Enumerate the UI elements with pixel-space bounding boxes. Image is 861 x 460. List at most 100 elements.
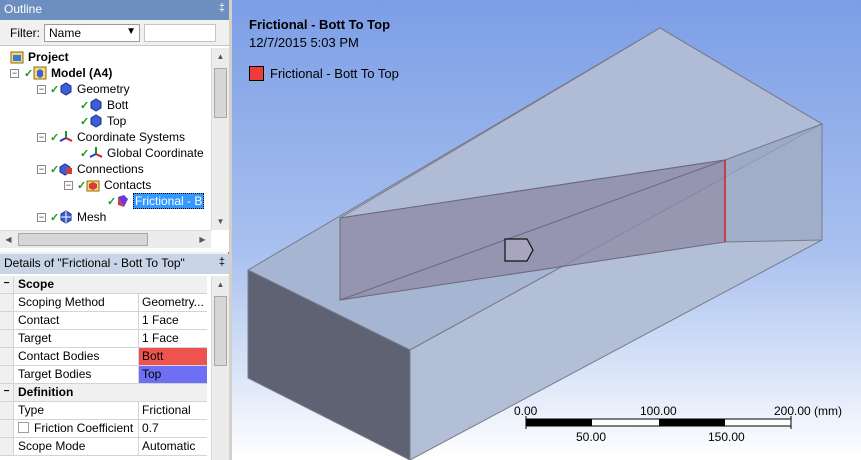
outline-tree: Project − ✓ Model (A4) − ✓ Geometry ✓ Bo…: [0, 48, 209, 230]
collapse-icon[interactable]: −: [37, 85, 46, 94]
tree-node-label: Top: [107, 114, 127, 128]
outline-vertical-scrollbar[interactable]: ▲ ▼: [211, 48, 229, 230]
property-name: Contact: [14, 312, 139, 329]
scale-label: 100.00: [640, 404, 677, 418]
group-definition[interactable]: − Definition: [0, 384, 207, 402]
row-gutter: [0, 330, 14, 347]
group-scope[interactable]: − Scope: [0, 276, 207, 294]
parameter-checkbox[interactable]: [18, 422, 29, 433]
tree-node-label: Connections: [77, 162, 144, 176]
annotation-tag-icon[interactable]: [504, 238, 534, 262]
collapse-icon[interactable]: −: [0, 276, 14, 293]
tree-node-label: Coordinate Systems: [77, 130, 186, 144]
checkmark-icon: ✓: [24, 67, 34, 80]
row-contact-bodies[interactable]: Contact Bodies Bott: [0, 348, 207, 366]
row-target[interactable]: Target 1 Face: [0, 330, 207, 348]
collapse-icon[interactable]: −: [64, 181, 73, 190]
property-name: Friction Coefficient: [34, 421, 134, 435]
tree-node-connections[interactable]: ✓ Connections: [50, 161, 145, 177]
property-value[interactable]: Geometry...: [139, 294, 207, 311]
scroll-thumb[interactable]: [18, 233, 148, 246]
group-label: Scope: [18, 277, 55, 291]
scroll-thumb[interactable]: [214, 68, 227, 118]
scroll-down-icon[interactable]: ▼: [212, 213, 229, 230]
tree-node-coordinate-systems[interactable]: ✓ Coordinate Systems: [50, 129, 186, 145]
collapse-icon[interactable]: −: [37, 165, 46, 174]
row-gutter: [0, 366, 14, 383]
row-gutter: [0, 348, 14, 365]
collapse-icon[interactable]: −: [37, 133, 46, 142]
contact-region-icon: [116, 194, 130, 208]
property-value[interactable]: Frictional: [139, 402, 207, 419]
details-title: Details of "Frictional - Bott To Top": [4, 256, 185, 270]
body-icon: [89, 114, 103, 128]
tree-node-global-coordinate[interactable]: ✓ Global Coordinate: [80, 145, 205, 161]
scale-label: 50.00: [576, 430, 607, 444]
row-type[interactable]: Type Frictional: [0, 402, 207, 420]
filter-input[interactable]: [144, 23, 216, 42]
row-gutter: [0, 402, 14, 419]
mesh-icon: [59, 210, 73, 224]
property-value[interactable]: 0.7: [139, 420, 207, 437]
tree-node-label: Mesh: [77, 210, 107, 224]
viewport-date: 12/7/2015 5:03 PM: [249, 35, 359, 50]
outline-title: Outline: [4, 2, 43, 16]
tree-node-label: Contacts: [104, 178, 152, 192]
checkmark-icon: ✓: [50, 131, 60, 144]
tree-node-bott[interactable]: ✓ Bott: [80, 97, 129, 113]
scroll-left-icon[interactable]: ◀: [0, 231, 17, 248]
tree-node-top[interactable]: ✓ Top: [80, 113, 127, 129]
scroll-right-icon[interactable]: ▶: [194, 231, 211, 248]
property-value[interactable]: Bott: [139, 348, 207, 365]
tree-node-contacts[interactable]: ✓ Contacts: [77, 177, 152, 193]
row-gutter: [0, 438, 14, 455]
pin-icon[interactable]: ‡: [219, 256, 225, 268]
property-name: Target: [14, 330, 139, 347]
axes-icon: [89, 146, 103, 160]
row-gutter: [0, 420, 14, 437]
scroll-up-icon[interactable]: ▲: [212, 276, 229, 293]
tree-node-geometry[interactable]: ✓ Geometry: [50, 81, 131, 97]
graphics-viewport[interactable]: Frictional - Bott To Top 12/7/2015 5:03 …: [232, 0, 861, 460]
tree-node-label: Bott: [107, 98, 129, 112]
property-name-with-checkbox: Friction Coefficient: [14, 420, 139, 437]
row-scoping-method[interactable]: Scoping Method Geometry...: [0, 294, 207, 312]
property-value[interactable]: Top: [139, 366, 207, 383]
scale-label: 200.00 (mm): [774, 404, 843, 418]
collapse-icon[interactable]: −: [0, 384, 14, 401]
tree-node-model[interactable]: ✓ Model (A4): [24, 65, 113, 81]
scroll-up-icon[interactable]: ▲: [212, 48, 229, 65]
checkmark-icon: ✓: [50, 83, 60, 96]
row-target-bodies[interactable]: Target Bodies Top: [0, 366, 207, 384]
outline-horizontal-scrollbar[interactable]: ◀ ▶: [0, 230, 211, 248]
row-friction-coefficient[interactable]: Friction Coefficient 0.7: [0, 420, 207, 438]
details-vertical-scrollbar[interactable]: ▲: [211, 276, 229, 460]
contacts-folder-icon: [86, 178, 100, 192]
row-scope-mode[interactable]: Scope Mode Automatic: [0, 438, 207, 456]
outline-title-bar: Outline ‡: [0, 0, 229, 20]
row-contact[interactable]: Contact 1 Face: [0, 312, 207, 330]
filter-label: Filter:: [10, 25, 40, 40]
row-gutter: [0, 294, 14, 311]
property-value[interactable]: Automatic: [139, 438, 207, 455]
tree-node-mesh[interactable]: ✓ Mesh: [50, 209, 107, 225]
tree-node-project[interactable]: Project: [10, 49, 70, 65]
collapse-icon[interactable]: −: [37, 213, 46, 222]
scroll-thumb[interactable]: [214, 296, 227, 366]
property-name: Contact Bodies: [14, 348, 139, 365]
group-label: Definition: [18, 385, 74, 399]
property-value[interactable]: 1 Face: [139, 330, 207, 347]
legend: Frictional - Bott To Top: [249, 66, 399, 81]
tree-node-label: Global Coordinate: [107, 146, 204, 160]
body-icon: [89, 98, 103, 112]
chevron-down-icon[interactable]: ▼: [126, 26, 136, 37]
details-panel: Details of "Frictional - Bott To Top" ‡ …: [0, 254, 229, 460]
details-title-bar: Details of "Frictional - Bott To Top" ‡: [0, 254, 229, 274]
collapse-icon[interactable]: −: [10, 69, 19, 78]
tree-node-label: Model (A4): [51, 66, 113, 80]
pin-icon[interactable]: ‡: [219, 2, 225, 14]
tree-node-frictional[interactable]: ✓ Frictional - B: [107, 193, 205, 209]
property-value[interactable]: 1 Face: [139, 312, 207, 329]
scale-bar-segment: [659, 419, 725, 426]
filter-select[interactable]: Name ▼: [44, 23, 140, 42]
